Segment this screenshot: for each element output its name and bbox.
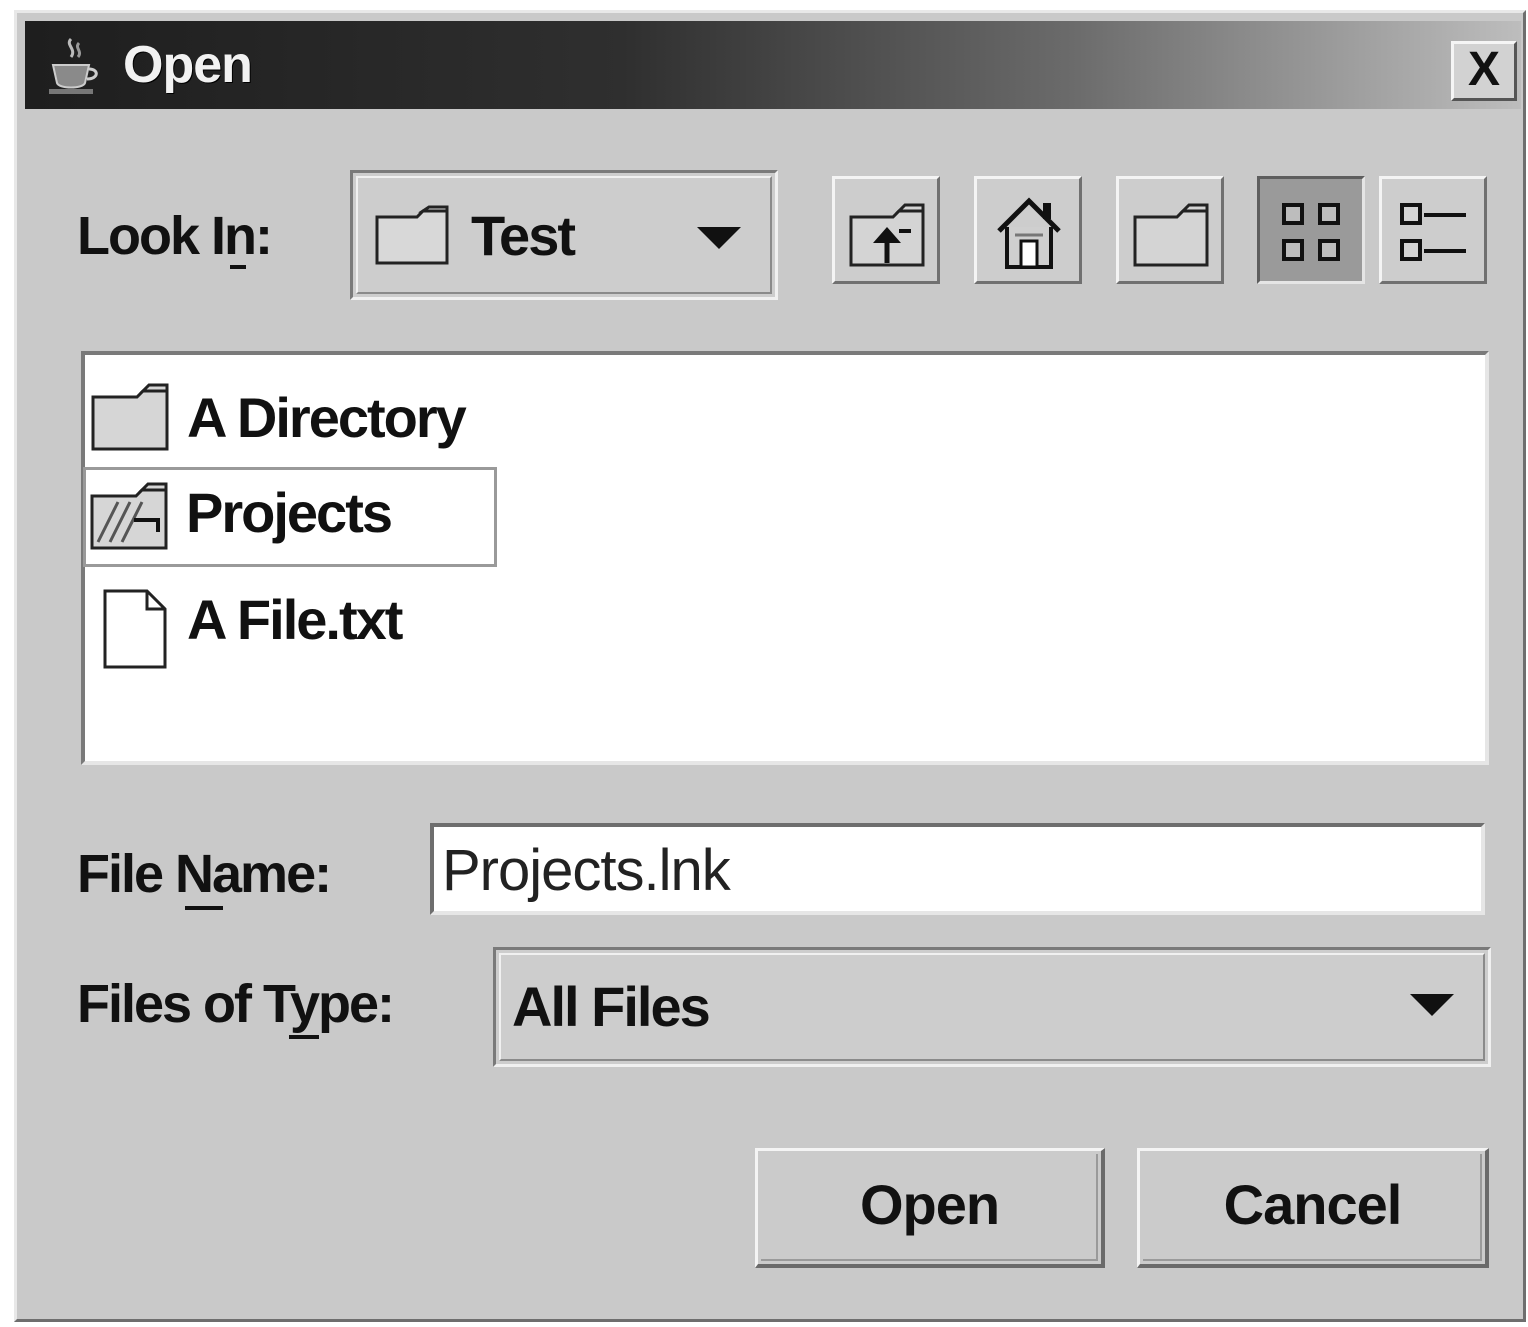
java-cup-icon bbox=[43, 35, 103, 97]
folder-up-icon bbox=[849, 203, 925, 267]
look-in-label: Look In: bbox=[77, 206, 273, 266]
folder-icon bbox=[373, 203, 453, 272]
file-name-field-label: File Name: bbox=[77, 844, 332, 904]
close-icon: X bbox=[1467, 43, 1500, 96]
details-view-button[interactable] bbox=[1379, 176, 1487, 284]
home-button[interactable] bbox=[974, 176, 1082, 284]
files-of-type-mnemonic-underline bbox=[289, 1035, 319, 1039]
file-icon bbox=[103, 589, 167, 669]
list-item-a-file[interactable]: A File.txt bbox=[87, 579, 507, 679]
list-item-a-directory[interactable]: A Directory bbox=[87, 371, 507, 471]
details-view-icon bbox=[1400, 203, 1466, 261]
close-button[interactable]: X bbox=[1451, 41, 1517, 101]
cancel-button[interactable]: Cancel bbox=[1137, 1148, 1489, 1268]
new-folder-icon bbox=[1133, 203, 1209, 267]
open-button-label: Open bbox=[859, 1173, 1000, 1236]
file-list[interactable]: A Directory Projects A File.txt bbox=[81, 351, 1489, 765]
cancel-button-label: Cancel bbox=[1223, 1173, 1403, 1236]
open-dialog: Open X Look In: Test A Directory Project… bbox=[14, 10, 1526, 1322]
file-name-field[interactable]: Projects.lnk bbox=[430, 823, 1485, 915]
file-name-label: Projects bbox=[186, 481, 393, 544]
files-of-type-value: All Files bbox=[512, 975, 711, 1038]
look-in-mnemonic-underline bbox=[230, 265, 246, 269]
new-folder-button[interactable] bbox=[1116, 176, 1224, 284]
title-bar[interactable]: Open X bbox=[25, 21, 1521, 109]
home-icon bbox=[997, 197, 1061, 269]
list-item-projects[interactable]: Projects bbox=[83, 467, 497, 567]
window-title: Open bbox=[123, 36, 253, 94]
up-one-level-button[interactable] bbox=[832, 176, 940, 284]
file-name-label: A Directory bbox=[187, 386, 467, 449]
look-in-combo[interactable]: Test bbox=[350, 170, 778, 300]
files-of-type-label: Files of Type: bbox=[77, 974, 395, 1034]
folder-icon bbox=[91, 383, 169, 451]
look-in-value: Test bbox=[471, 204, 576, 267]
chevron-down-icon bbox=[1410, 994, 1454, 1016]
file-name-mnemonic-underline bbox=[185, 906, 223, 910]
chevron-down-icon bbox=[697, 227, 741, 249]
list-view-icon bbox=[1282, 203, 1340, 261]
folder-shortcut-icon bbox=[90, 482, 168, 550]
files-of-type-combo[interactable]: All Files bbox=[493, 947, 1491, 1067]
open-button[interactable]: Open bbox=[755, 1148, 1105, 1268]
file-name-value: Projects.lnk bbox=[442, 838, 731, 903]
list-view-button[interactable] bbox=[1257, 176, 1365, 284]
file-name-label: A File.txt bbox=[187, 588, 403, 651]
